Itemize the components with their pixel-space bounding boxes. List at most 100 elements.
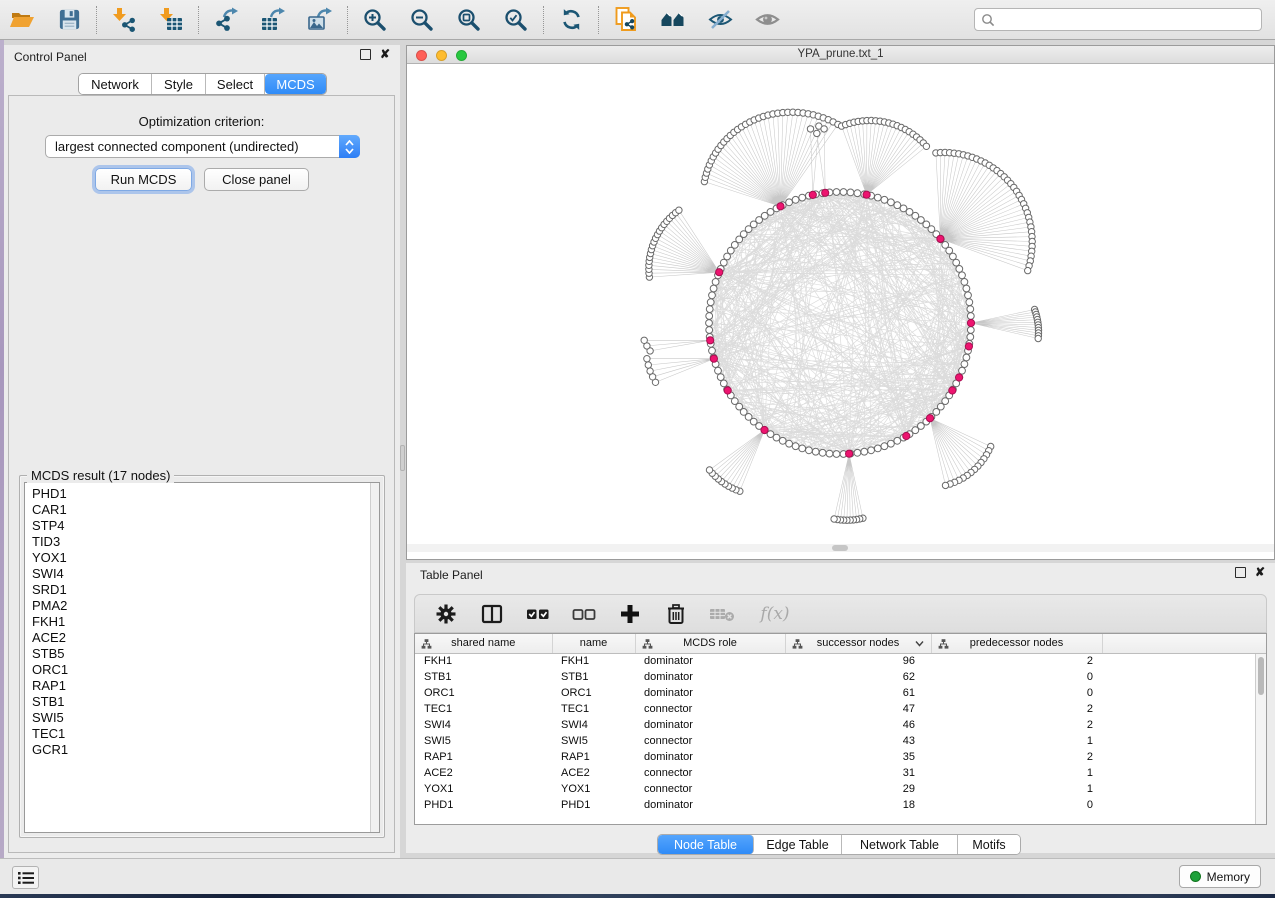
mcds-result-item[interactable]: RAP1 (25, 678, 369, 694)
gear-icon (435, 603, 457, 625)
memory-label: Memory (1207, 870, 1250, 884)
unselect-all-columns-button[interactable] (569, 599, 599, 629)
search-input[interactable] (995, 9, 1255, 30)
import-network-button[interactable] (107, 3, 141, 37)
mcds-result-item[interactable]: ORC1 (25, 662, 369, 678)
panel-divider-handle[interactable] (400, 445, 405, 471)
table-row[interactable]: ORC1ORC1dominator610 (415, 685, 1267, 701)
optimization-criterion-dropdown[interactable]: largest connected component (undirected) (45, 135, 360, 158)
mcds-list-scrollbar[interactable] (370, 483, 379, 832)
table-row[interactable]: FKH1FKH1dominator962 (415, 653, 1267, 669)
delete-columns-button[interactable] (661, 599, 691, 629)
memory-button[interactable]: Memory (1179, 865, 1261, 888)
column-header-name[interactable]: name (552, 634, 635, 653)
table-vscrollbar[interactable] (1255, 654, 1266, 824)
table-cell: dominator (635, 669, 785, 685)
table-cell: 2 (931, 749, 1102, 765)
mcds-result-item[interactable]: STB1 (25, 694, 369, 710)
mcds-result-item[interactable]: CAR1 (25, 502, 369, 518)
export-image-button[interactable] (303, 3, 337, 37)
table-vscroll-thumb[interactable] (1258, 657, 1264, 695)
network-hscrollbar[interactable] (407, 544, 1274, 552)
mcds-result-item[interactable]: STB5 (25, 646, 369, 662)
table-row[interactable]: STB1STB1dominator620 (415, 669, 1267, 685)
table-cell: 18 (785, 797, 931, 813)
table-header-row: shared name name MCDS role (415, 634, 1267, 653)
column-header-predecessor-nodes[interactable]: predecessor nodes (931, 634, 1102, 653)
open-file-button[interactable] (5, 3, 39, 37)
toggle-panes-button[interactable] (477, 599, 507, 629)
network-document-button[interactable] (609, 3, 643, 37)
export-network-button[interactable] (209, 3, 243, 37)
tab-select[interactable]: Select (206, 74, 265, 94)
tab-edge-table[interactable]: Edge Table (754, 835, 842, 854)
delete-table-button[interactable] (707, 599, 737, 629)
mcds-result-item[interactable]: TID3 (25, 534, 369, 550)
zoom-out-button[interactable] (405, 3, 439, 37)
table-row[interactable]: PHD1PHD1dominator180 (415, 797, 1267, 813)
tab-mcds[interactable]: MCDS (265, 74, 326, 94)
show-graphics-button[interactable] (750, 3, 784, 37)
task-history-button[interactable] (12, 866, 39, 889)
hide-graphics-button[interactable] (703, 3, 737, 37)
mcds-result-item[interactable]: YOX1 (25, 550, 369, 566)
desktop-wallpaper (0, 894, 1275, 898)
mcds-result-item[interactable]: TEC1 (25, 726, 369, 742)
tab-network[interactable]: Network (79, 74, 152, 94)
table-row[interactable]: SWI5SWI5connector431 (415, 733, 1267, 749)
mcds-result-item[interactable]: SRD1 (25, 582, 369, 598)
window-minimize-icon[interactable] (436, 50, 447, 61)
table-cell: dominator (635, 749, 785, 765)
table-cell: RAP1 (552, 749, 635, 765)
zoom-selected-button[interactable] (499, 3, 533, 37)
select-all-columns-button[interactable] (523, 599, 553, 629)
close-panel-button[interactable]: Close panel (204, 168, 309, 191)
search-network-button[interactable] (656, 3, 690, 37)
mcds-result-item[interactable]: GCR1 (25, 742, 369, 758)
save-session-button[interactable] (52, 3, 86, 37)
mcds-result-item[interactable]: FKH1 (25, 614, 369, 630)
mcds-result-item[interactable]: STP4 (25, 518, 369, 534)
window-zoom-icon[interactable] (456, 50, 467, 61)
zoom-in-button[interactable] (358, 3, 392, 37)
tab-network-table[interactable]: Network Table (842, 835, 958, 854)
mcds-result-item[interactable]: PHD1 (25, 486, 369, 502)
table-row[interactable]: TEC1TEC1connector472 (415, 701, 1267, 717)
apply-layout-button[interactable] (554, 3, 588, 37)
mcds-result-item[interactable]: PMA2 (25, 598, 369, 614)
table-panel-close-button[interactable]: ✘ (1255, 567, 1265, 578)
function-builder-button[interactable]: f(x) (753, 599, 797, 629)
column-header-successor-nodes[interactable]: successor nodes (785, 634, 931, 653)
table-row[interactable]: SWI4SWI4dominator462 (415, 717, 1267, 733)
optimization-criterion-label: Optimization criterion: (9, 114, 394, 129)
zoom-fit-button[interactable] (452, 3, 486, 37)
table-row[interactable]: YOX1YOX1connector291 (415, 781, 1267, 797)
table-row[interactable]: RAP1RAP1dominator352 (415, 749, 1267, 765)
mcds-result-item[interactable]: SWI4 (25, 566, 369, 582)
tab-motifs[interactable]: Motifs (958, 835, 1020, 854)
network-canvas[interactable] (407, 64, 1274, 552)
window-close-icon[interactable] (416, 50, 427, 61)
table-row[interactable]: ACE2ACE2connector311 (415, 765, 1267, 781)
table-cell: 2 (931, 717, 1102, 733)
control-panel-close-button[interactable]: ✘ (380, 49, 390, 60)
network-hscroll-thumb[interactable] (832, 545, 848, 551)
import-table-button[interactable] (154, 3, 188, 37)
table-settings-button[interactable] (431, 599, 461, 629)
mcds-result-item[interactable]: SWI5 (25, 710, 369, 726)
mcds-result-item[interactable]: ACE2 (25, 630, 369, 646)
mcds-result-title: MCDS result (17 nodes) (27, 468, 174, 483)
table-cell: FKH1 (552, 653, 635, 669)
table-panel-float-button[interactable] (1235, 567, 1246, 578)
application-window: Control Panel ✘ Network Style Select MCD… (0, 0, 1275, 898)
network-graph (407, 64, 1274, 544)
run-mcds-button[interactable]: Run MCDS (95, 168, 192, 191)
network-mapped-icon (938, 639, 949, 652)
export-table-button[interactable] (256, 3, 290, 37)
tab-style[interactable]: Style (152, 74, 206, 94)
control-panel-float-button[interactable] (360, 49, 371, 60)
column-header-shared-name[interactable]: shared name (415, 634, 552, 653)
column-header-mcds-role[interactable]: MCDS role (635, 634, 785, 653)
create-column-button[interactable] (615, 599, 645, 629)
tab-node-table[interactable]: Node Table (658, 835, 754, 854)
